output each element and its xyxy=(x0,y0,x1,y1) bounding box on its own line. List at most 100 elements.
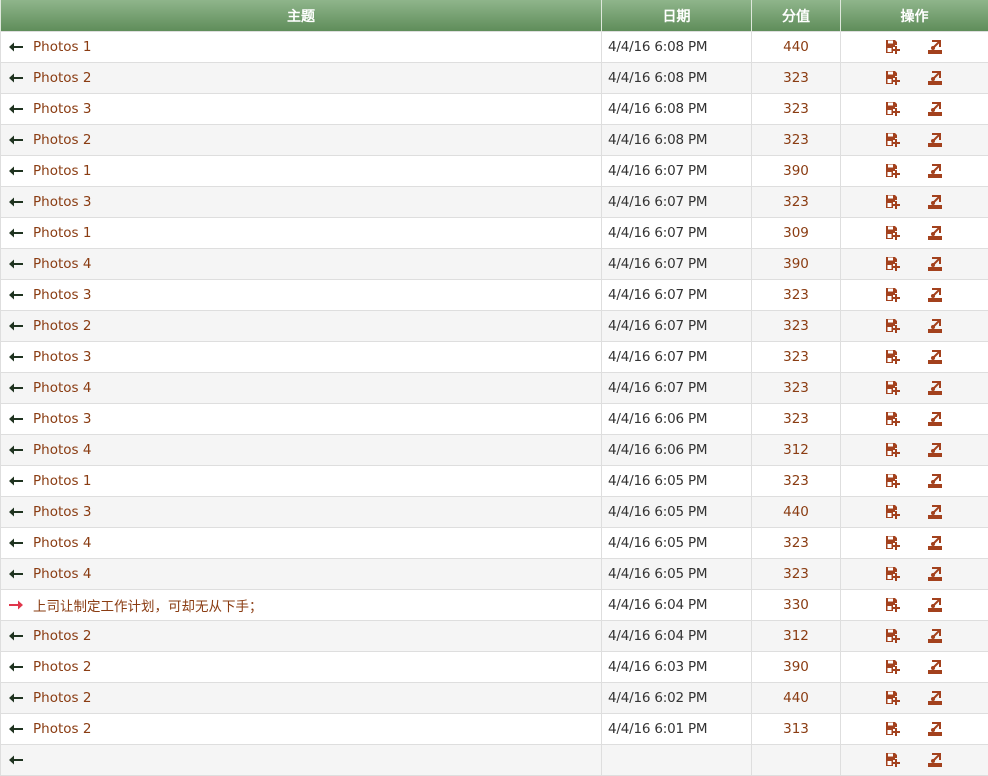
user-export-icon[interactable] xyxy=(926,349,944,365)
subject-link[interactable]: Photos 1 xyxy=(33,39,91,55)
subject-link[interactable]: Photos 2 xyxy=(33,690,91,706)
table-row[interactable]: 上司让制定工作计划，可却无从下手； 4/4/16 6:04 PM 330 xyxy=(1,590,988,621)
subject-link[interactable]: Photos 4 xyxy=(33,380,91,396)
subject-link[interactable]: Photos 2 xyxy=(33,318,91,334)
subject-link[interactable]: Photos 4 xyxy=(33,535,91,551)
table-row[interactable]: Photos 4 4/4/16 6:05 PM 323 xyxy=(1,559,988,590)
user-export-icon[interactable] xyxy=(926,597,944,613)
table-row[interactable]: Photos 2 4/4/16 6:03 PM 390 xyxy=(1,652,988,683)
table-row[interactable]: Photos 2 4/4/16 6:04 PM 312 xyxy=(1,621,988,652)
user-export-icon[interactable] xyxy=(926,411,944,427)
user-export-icon[interactable] xyxy=(926,39,944,55)
floppy-add-icon[interactable] xyxy=(884,256,902,272)
user-export-icon[interactable] xyxy=(926,535,944,551)
subject-link[interactable]: Photos 3 xyxy=(33,194,91,210)
user-export-icon[interactable] xyxy=(926,194,944,210)
floppy-add-icon[interactable] xyxy=(884,504,902,520)
user-export-icon[interactable] xyxy=(926,566,944,582)
floppy-add-icon[interactable] xyxy=(884,659,902,675)
table-row[interactable]: Photos 4 4/4/16 6:07 PM 390 xyxy=(1,249,988,280)
user-export-icon[interactable] xyxy=(926,628,944,644)
floppy-add-icon[interactable] xyxy=(884,287,902,303)
subject-link[interactable]: 上司让制定工作计划，可却无从下手； xyxy=(33,595,263,615)
user-export-icon[interactable] xyxy=(926,380,944,396)
user-export-icon[interactable] xyxy=(926,287,944,303)
user-export-icon[interactable] xyxy=(926,101,944,117)
table-row[interactable]: Photos 3 4/4/16 6:05 PM 440 xyxy=(1,497,988,528)
floppy-add-icon[interactable] xyxy=(884,318,902,334)
table-row[interactable]: Photos 2 4/4/16 6:07 PM 323 xyxy=(1,311,988,342)
table-row[interactable]: Photos 4 4/4/16 6:06 PM 312 xyxy=(1,435,988,466)
floppy-add-icon[interactable] xyxy=(884,535,902,551)
table-row[interactable]: Photos 3 4/4/16 6:08 PM 323 xyxy=(1,94,988,125)
subject-link[interactable]: Photos 3 xyxy=(33,349,91,365)
floppy-add-icon[interactable] xyxy=(884,101,902,117)
subject-link[interactable]: Photos 2 xyxy=(33,132,91,148)
subject-link[interactable]: Photos 3 xyxy=(33,287,91,303)
table-row[interactable] xyxy=(1,745,988,776)
floppy-add-icon[interactable] xyxy=(884,411,902,427)
table-row[interactable]: Photos 1 4/4/16 6:07 PM 390 xyxy=(1,156,988,187)
table-row[interactable]: Photos 3 4/4/16 6:06 PM 323 xyxy=(1,404,988,435)
floppy-add-icon[interactable] xyxy=(884,194,902,210)
subject-link[interactable]: Photos 3 xyxy=(33,101,91,117)
table-row[interactable]: Photos 1 4/4/16 6:08 PM 440 xyxy=(1,32,988,63)
user-export-icon[interactable] xyxy=(926,504,944,520)
table-row[interactable]: Photos 4 4/4/16 6:05 PM 323 xyxy=(1,528,988,559)
table-row[interactable]: Photos 1 4/4/16 6:05 PM 323 xyxy=(1,466,988,497)
floppy-add-icon[interactable] xyxy=(884,442,902,458)
floppy-add-icon[interactable] xyxy=(884,690,902,706)
header-date[interactable]: 日期 xyxy=(602,0,752,32)
user-export-icon[interactable] xyxy=(926,473,944,489)
subject-link[interactable]: Photos 3 xyxy=(33,504,91,520)
subject-link[interactable]: Photos 1 xyxy=(33,225,91,241)
subject-link[interactable]: Photos 2 xyxy=(33,70,91,86)
floppy-add-icon[interactable] xyxy=(884,349,902,365)
user-export-icon[interactable] xyxy=(926,132,944,148)
arrow-left-icon xyxy=(3,630,29,642)
user-export-icon[interactable] xyxy=(926,690,944,706)
floppy-add-icon[interactable] xyxy=(884,566,902,582)
table-row[interactable]: Photos 2 4/4/16 6:08 PM 323 xyxy=(1,63,988,94)
floppy-add-icon[interactable] xyxy=(884,721,902,737)
table-row[interactable]: Photos 3 4/4/16 6:07 PM 323 xyxy=(1,280,988,311)
user-export-icon[interactable] xyxy=(926,752,944,768)
user-export-icon[interactable] xyxy=(926,721,944,737)
header-subject[interactable]: 主题 xyxy=(1,0,602,32)
user-export-icon[interactable] xyxy=(926,70,944,86)
subject-link[interactable]: Photos 2 xyxy=(33,721,91,737)
actions-cell xyxy=(841,342,988,373)
floppy-add-icon[interactable] xyxy=(884,132,902,148)
subject-link[interactable]: Photos 1 xyxy=(33,163,91,179)
subject-link[interactable]: Photos 3 xyxy=(33,411,91,427)
table-row[interactable]: Photos 4 4/4/16 6:07 PM 323 xyxy=(1,373,988,404)
table-row[interactable]: Photos 2 4/4/16 6:02 PM 440 xyxy=(1,683,988,714)
subject-link[interactable]: Photos 2 xyxy=(33,659,91,675)
subject-link[interactable]: Photos 4 xyxy=(33,442,91,458)
table-row[interactable]: Photos 1 4/4/16 6:07 PM 309 xyxy=(1,218,988,249)
floppy-add-icon[interactable] xyxy=(884,39,902,55)
table-row[interactable]: Photos 2 4/4/16 6:08 PM 323 xyxy=(1,125,988,156)
subject-link[interactable]: Photos 1 xyxy=(33,473,91,489)
floppy-add-icon[interactable] xyxy=(884,70,902,86)
floppy-add-icon[interactable] xyxy=(884,380,902,396)
header-score[interactable]: 分值 xyxy=(752,0,841,32)
floppy-add-icon[interactable] xyxy=(884,225,902,241)
floppy-add-icon[interactable] xyxy=(884,163,902,179)
subject-link[interactable]: Photos 4 xyxy=(33,256,91,272)
floppy-add-icon[interactable] xyxy=(884,597,902,613)
table-row[interactable]: Photos 3 4/4/16 6:07 PM 323 xyxy=(1,342,988,373)
table-row[interactable]: Photos 2 4/4/16 6:01 PM 313 xyxy=(1,714,988,745)
table-row[interactable]: Photos 3 4/4/16 6:07 PM 323 xyxy=(1,187,988,218)
floppy-add-icon[interactable] xyxy=(884,752,902,768)
floppy-add-icon[interactable] xyxy=(884,628,902,644)
user-export-icon[interactable] xyxy=(926,163,944,179)
user-export-icon[interactable] xyxy=(926,318,944,334)
user-export-icon[interactable] xyxy=(926,659,944,675)
floppy-add-icon[interactable] xyxy=(884,473,902,489)
user-export-icon[interactable] xyxy=(926,225,944,241)
subject-link[interactable]: Photos 2 xyxy=(33,628,91,644)
user-export-icon[interactable] xyxy=(926,256,944,272)
subject-link[interactable]: Photos 4 xyxy=(33,566,91,582)
user-export-icon[interactable] xyxy=(926,442,944,458)
